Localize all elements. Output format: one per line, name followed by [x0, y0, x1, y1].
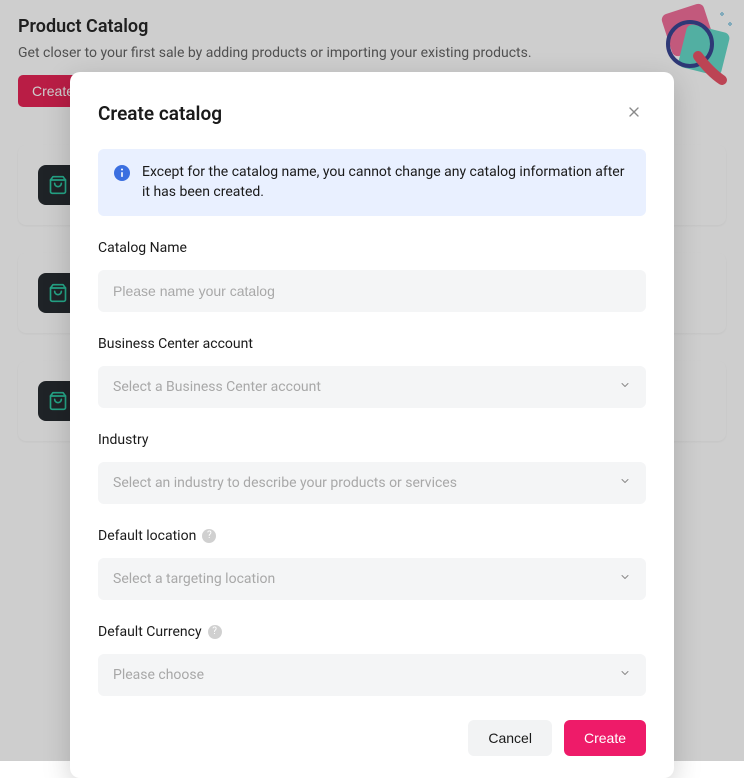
chevron-down-icon	[619, 379, 631, 395]
bc-account-select[interactable]: Select a Business Center account	[98, 366, 646, 408]
industry-select[interactable]: Select an industry to describe your prod…	[98, 462, 646, 504]
field-default-location: Default location ? Select a targeting lo…	[98, 528, 646, 600]
chevron-down-icon	[619, 475, 631, 491]
chevron-down-icon	[619, 571, 631, 587]
select-placeholder: Please choose	[113, 667, 204, 683]
cancel-button[interactable]: Cancel	[468, 720, 552, 756]
select-placeholder: Select a targeting location	[113, 571, 275, 587]
create-button[interactable]: Create	[564, 720, 646, 756]
info-banner: Except for the catalog name, you cannot …	[98, 149, 646, 216]
field-catalog-name: Catalog Name	[98, 240, 646, 312]
default-location-label: Default location ?	[98, 528, 646, 544]
info-icon	[114, 165, 130, 181]
info-text: Except for the catalog name, you cannot …	[142, 163, 630, 202]
field-default-currency: Default Currency ? Please choose	[98, 624, 646, 696]
modal-footer: Cancel Create	[98, 720, 646, 756]
close-icon	[626, 104, 642, 120]
modal-overlay[interactable]: Create catalog Except for the catalog na…	[0, 0, 744, 761]
field-industry: Industry Select an industry to describe …	[98, 432, 646, 504]
default-location-select[interactable]: Select a targeting location	[98, 558, 646, 600]
create-catalog-modal: Create catalog Except for the catalog na…	[70, 72, 674, 778]
help-icon[interactable]: ?	[208, 625, 222, 639]
help-icon[interactable]: ?	[202, 529, 216, 543]
default-currency-select[interactable]: Please choose	[98, 654, 646, 696]
select-placeholder: Select a Business Center account	[113, 379, 321, 395]
modal-header: Create catalog	[98, 100, 646, 127]
default-currency-label: Default Currency ?	[98, 624, 646, 640]
field-bc-account: Business Center account Select a Busines…	[98, 336, 646, 408]
chevron-down-icon	[619, 667, 631, 683]
bc-account-label: Business Center account	[98, 336, 646, 352]
catalog-name-label: Catalog Name	[98, 240, 646, 256]
close-button[interactable]	[622, 100, 646, 127]
catalog-name-input[interactable]	[98, 270, 646, 312]
industry-label: Industry	[98, 432, 646, 448]
select-placeholder: Select an industry to describe your prod…	[113, 475, 457, 491]
modal-title: Create catalog	[98, 102, 222, 125]
